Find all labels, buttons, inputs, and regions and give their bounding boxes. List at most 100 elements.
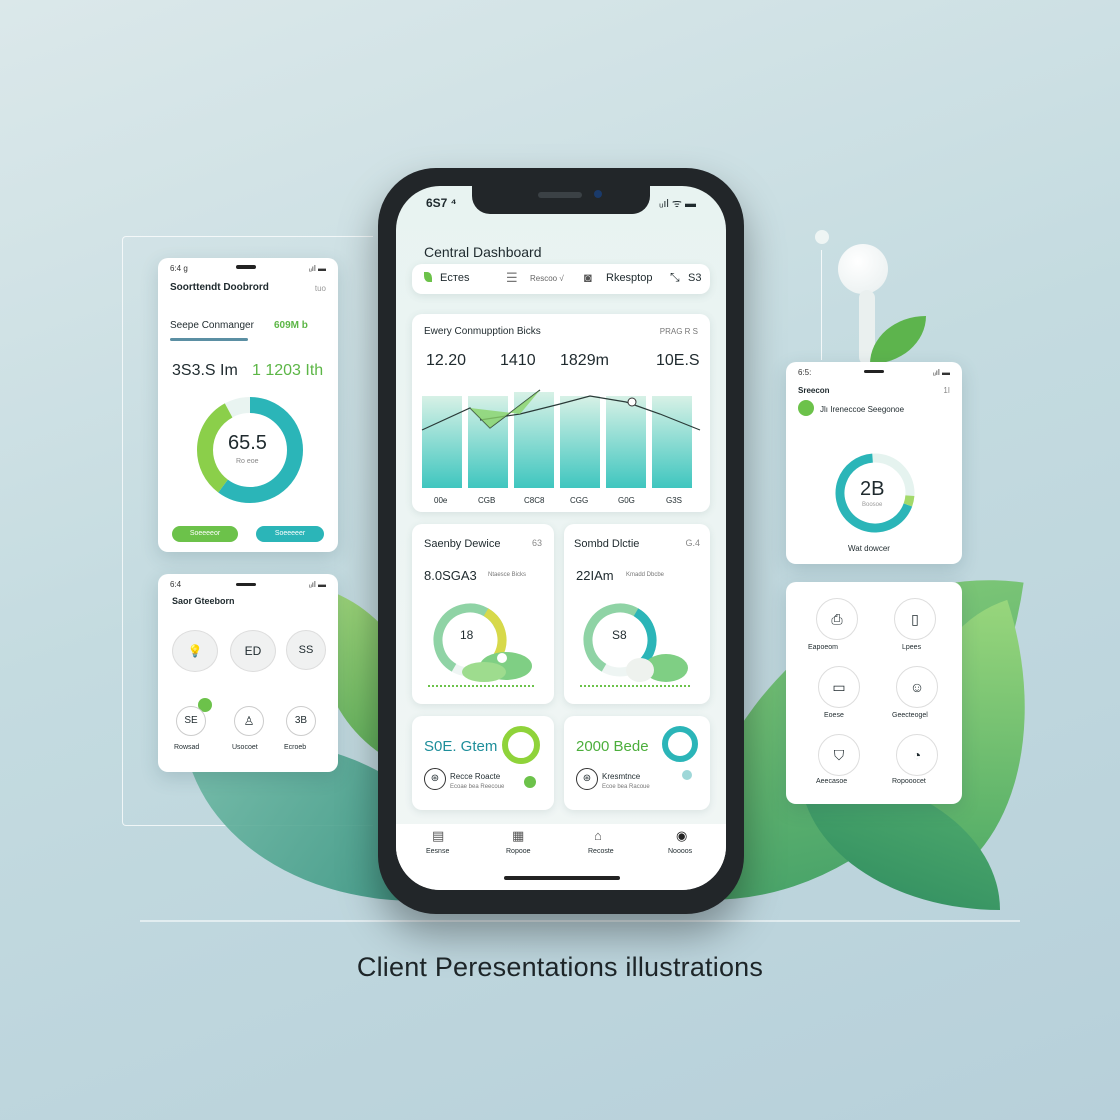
device-card[interactable]: Saenby Dewice 63 8.0SGA3 Ntaesce Bicks 1… bbox=[412, 524, 554, 704]
x-tick: CGB bbox=[478, 496, 496, 505]
control-tile[interactable]: ◔ bbox=[896, 734, 938, 776]
devices-icon[interactable]: ⌂ bbox=[594, 828, 602, 843]
device-icon: ⊛ bbox=[576, 768, 598, 790]
device-value: 22IAm bbox=[576, 568, 614, 583]
floor-line bbox=[140, 920, 1020, 922]
line-decoration bbox=[821, 250, 822, 360]
printer-icon: ⎙ bbox=[831, 611, 843, 627]
card-tag: 1I bbox=[943, 386, 950, 395]
control-tile[interactable]: ▭ bbox=[818, 666, 860, 708]
card-tag: 63 bbox=[531, 538, 542, 548]
phone-speaker bbox=[538, 192, 582, 198]
home-indicator[interactable] bbox=[504, 876, 620, 880]
primary-button[interactable]: Soeeeeor bbox=[172, 526, 238, 542]
device-gauge bbox=[580, 603, 690, 687]
notch bbox=[236, 583, 256, 586]
caption: Client Peresentations illustrations bbox=[356, 952, 764, 982]
donut-caption: Boosoe bbox=[862, 502, 883, 508]
device-subtitle: Ntaesce Bicks bbox=[488, 572, 527, 578]
device-value: 8.0SGA3 bbox=[424, 568, 477, 583]
device-icon: ◙ bbox=[584, 270, 592, 285]
card-title: Sombd Dlctie bbox=[574, 538, 640, 550]
point bbox=[627, 397, 637, 407]
status-icons: ᵤıl ▬ bbox=[308, 580, 326, 589]
door-icon: ▯ bbox=[911, 611, 919, 627]
bar bbox=[606, 396, 646, 488]
bar bbox=[560, 396, 600, 488]
device-tile[interactable]: SE bbox=[176, 706, 206, 736]
value-1: 3S3.S Im bbox=[172, 362, 238, 379]
x-tick: C8C8 bbox=[524, 496, 545, 505]
subtitle: Seepe Conmanger bbox=[170, 320, 254, 331]
gauge-value: S8 bbox=[612, 628, 627, 642]
summary-card: 6:4 g ᵤıl ▬ Soorttendt Doobrord tuo Seep… bbox=[158, 258, 338, 552]
secondary-button[interactable]: Soeeeeer bbox=[256, 526, 324, 542]
card-title: Sreecon bbox=[798, 386, 830, 395]
energy-chart-card: Ewery Conmupption Bicks PRAG R S 12.20 1… bbox=[412, 314, 710, 512]
controls-card: ⎙ Eapoeom ▯ Lpees ▭ Eoese ☺ Geecteogel ⛉… bbox=[786, 582, 962, 804]
shield-icon: ⛉ bbox=[833, 747, 845, 763]
control-label: Ropooocet bbox=[892, 778, 926, 785]
card-title: Soorttendt Doobrord bbox=[170, 282, 269, 293]
control-tile[interactable]: ▯ bbox=[894, 598, 936, 640]
ring-indicator bbox=[662, 726, 698, 762]
bar bbox=[652, 396, 692, 488]
control-tile[interactable]: ⎙ bbox=[816, 598, 858, 640]
status-time: 6:5: bbox=[798, 368, 812, 377]
control-tile[interactable]: ⛉ bbox=[818, 734, 860, 776]
usage-card[interactable]: 2000 Bede ⊛ Kresmtnce Ecoe bea Racoue bbox=[564, 716, 710, 810]
device-gauge bbox=[428, 603, 536, 687]
tab-label[interactable]: S3 bbox=[688, 272, 701, 284]
device-tile[interactable]: 3B bbox=[286, 706, 316, 736]
usage-value: 2000 Bede bbox=[576, 738, 649, 755]
x-tick: CGG bbox=[570, 496, 589, 505]
device-tile[interactable]: ♙ bbox=[234, 706, 264, 736]
home-icon[interactable]: ▤ bbox=[432, 828, 444, 844]
socket-icon: SS bbox=[298, 644, 314, 656]
tab-label[interactable]: Rеѕсοо √ bbox=[530, 274, 564, 283]
chart-tag: PRAG R S bbox=[659, 327, 698, 336]
card-footer: Wat dowcer bbox=[848, 544, 890, 553]
status-icons: ᵤıl ▬ bbox=[932, 368, 950, 377]
status-icons: ᵤıl ▬ bbox=[308, 264, 326, 273]
tab-label[interactable]: Rkesptop bbox=[606, 272, 652, 284]
notch bbox=[864, 370, 884, 373]
nav-label[interactable]: Noooos bbox=[668, 848, 692, 855]
control-tile[interactable]: ☺ bbox=[896, 666, 938, 708]
status-icons: ᵤıl ᯤ ▬ bbox=[659, 198, 696, 210]
device-tile[interactable]: 💡 bbox=[172, 630, 218, 672]
device-card[interactable]: Sombd Dlctie G.4 22IAm Kmadd Dbcbe S8 bbox=[564, 524, 710, 704]
speaker-icon: SE bbox=[184, 715, 198, 726]
settings-icon[interactable]: ◉ bbox=[676, 828, 687, 844]
x-tick: 00e bbox=[434, 496, 448, 505]
status-time: 6:4 bbox=[170, 580, 182, 589]
tab-bar: Eстes ☰ Rеѕсοо √ ◙ Rkesptop ⤡ S3 bbox=[412, 264, 710, 294]
device-tile[interactable]: SS bbox=[286, 630, 326, 670]
nav-label[interactable]: Ropooe bbox=[506, 848, 531, 855]
usage-subtitle: Ecoae bea Reecoue bbox=[450, 784, 505, 790]
x-tick: G3S bbox=[666, 496, 683, 505]
usage-label: Recce Roacte bbox=[450, 772, 501, 781]
status-dot bbox=[682, 770, 692, 780]
nav-label[interactable]: Recoste bbox=[588, 848, 614, 855]
display-icon: ▭ bbox=[832, 679, 846, 695]
phone-screen: 6S7 ⁴ ᵤıl ᯤ ▬ Central Dashboard Eстes ☰ … bbox=[396, 186, 726, 890]
status-dot bbox=[524, 776, 536, 788]
tab-label[interactable]: Eстes bbox=[440, 272, 470, 284]
bulb-icon: 💡 bbox=[187, 644, 203, 658]
energy-bars bbox=[421, 389, 701, 488]
value-2: 1 1203 Ith bbox=[252, 362, 324, 379]
donut-caption: Ro eoe bbox=[236, 458, 259, 465]
device-tile[interactable]: ED bbox=[230, 630, 276, 672]
device-label: Rowsad bbox=[174, 744, 200, 751]
donut-value: 2B bbox=[860, 478, 885, 500]
subtitle-value: 609M b bbox=[274, 320, 308, 331]
reading: 1410 bbox=[500, 352, 536, 369]
status-card: 6:5: ᵤıl ▬ Sreecon 1I Jlı Ireneccoe Seeg… bbox=[786, 362, 962, 564]
usage-value: S0E. Gtem bbox=[424, 738, 498, 755]
gauge-value: 18 bbox=[460, 628, 474, 642]
stats-icon[interactable]: ▦ bbox=[512, 828, 524, 844]
nav-label[interactable]: Eesnse bbox=[426, 848, 449, 855]
usage-card[interactable]: S0E. Gtem ⊛ Recce Roacte Ecoae bea Reeco… bbox=[412, 716, 554, 810]
expand-icon[interactable]: ⤡ bbox=[670, 270, 680, 285]
